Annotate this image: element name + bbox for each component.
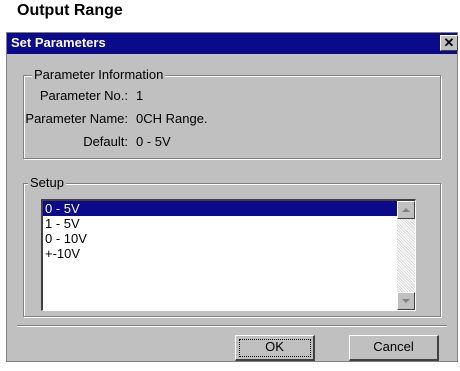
default-label: Default: xyxy=(83,134,128,149)
setup-legend: Setup xyxy=(28,175,66,190)
dialog-title: Set Parameters xyxy=(11,35,106,50)
ok-button[interactable]: OK xyxy=(235,335,315,361)
range-listbox[interactable]: 0 - 5V 1 - 5V 0 - 10V +-10V xyxy=(41,199,416,311)
range-option-1-5v[interactable]: 1 - 5V xyxy=(43,216,397,231)
cancel-button[interactable]: Cancel xyxy=(349,335,439,361)
scroll-down-button[interactable] xyxy=(397,292,415,310)
set-parameters-dialog: Set Parameters ✕ Parameter Information P… xyxy=(6,32,458,362)
parameter-name-label: Parameter Name: xyxy=(25,111,128,126)
range-list: 0 - 5V 1 - 5V 0 - 10V +-10V xyxy=(43,201,397,310)
up-arrow-icon xyxy=(402,208,410,212)
parameter-information-legend: Parameter Information xyxy=(32,67,166,82)
parameter-no-value: 1 xyxy=(136,88,144,103)
button-divider xyxy=(17,325,447,327)
range-option-pm10v[interactable]: +-10V xyxy=(43,246,397,261)
down-arrow-icon xyxy=(402,299,410,303)
page-caption: Output Range xyxy=(17,2,123,19)
range-option-0-10v[interactable]: 0 - 10V xyxy=(43,231,397,246)
range-option-0-5v[interactable]: 0 - 5V xyxy=(43,201,397,216)
parameter-no-label: Parameter No.: xyxy=(39,88,128,103)
listbox-scrollbar[interactable] xyxy=(397,201,415,310)
close-icon[interactable]: ✕ xyxy=(440,35,458,51)
scroll-up-button[interactable] xyxy=(397,201,415,219)
dialog-titlebar[interactable]: Set Parameters ✕ xyxy=(7,33,458,54)
parameter-information-group: Parameter Information Parameter No.: 1 P… xyxy=(23,67,441,159)
default-value: 0 - 5V xyxy=(136,134,171,149)
parameter-name-value: 0CH Range. xyxy=(136,111,208,126)
